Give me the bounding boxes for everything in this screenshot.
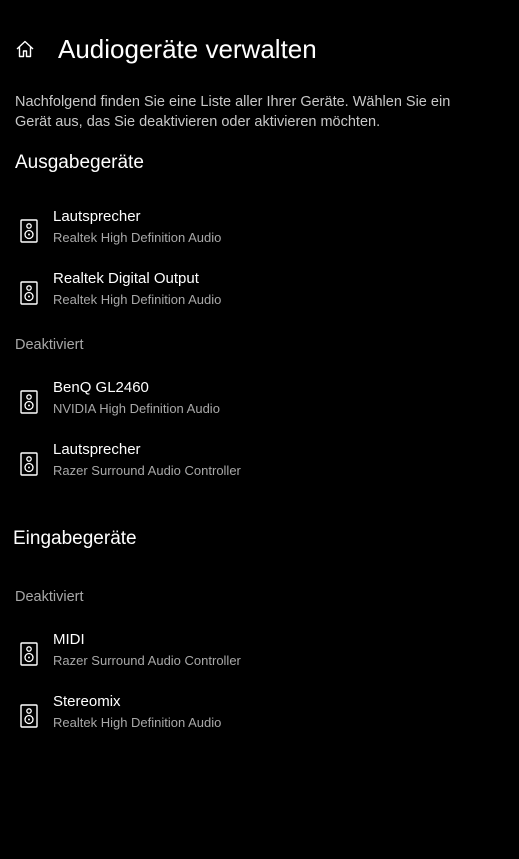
home-icon (16, 40, 34, 58)
page-header: Audiogeräte verwalten (0, 28, 519, 70)
output-disabled-label: Deaktiviert (15, 337, 84, 353)
device-driver: Razer Surround Audio Controller (53, 653, 241, 668)
device-item[interactable]: Lautsprecher Realtek High Definition Aud… (12, 207, 492, 261)
speaker-icon (20, 704, 38, 728)
speaker-icon (20, 390, 38, 414)
page-description: Nachfolgend finden Sie eine Liste aller … (15, 94, 451, 130)
device-item[interactable]: Realtek Digital Output Realtek High Defi… (12, 269, 492, 323)
speaker-icon (20, 642, 38, 666)
device-driver: Realtek High Definition Audio (53, 715, 222, 730)
device-name: BenQ GL2460 (53, 379, 149, 396)
device-driver: Razer Surround Audio Controller (53, 463, 241, 478)
page-title: Audiogeräte verwalten (58, 34, 317, 64)
device-name: Stereomix (53, 693, 121, 710)
device-item[interactable]: BenQ GL2460 NVIDIA High Definition Audio (12, 378, 492, 432)
output-devices-heading: Ausgabegeräte (15, 152, 144, 173)
speaker-icon (20, 281, 38, 305)
device-item[interactable]: MIDI Razer Surround Audio Controller (12, 630, 492, 684)
device-driver: NVIDIA High Definition Audio (53, 401, 220, 416)
device-name: MIDI (53, 631, 85, 648)
device-name: Lautsprecher (53, 208, 141, 225)
input-devices-heading: Eingabegeräte (13, 528, 137, 549)
speaker-icon (20, 219, 38, 243)
home-button[interactable] (10, 34, 40, 64)
device-driver: Realtek High Definition Audio (53, 292, 222, 307)
input-disabled-label: Deaktiviert (15, 589, 84, 605)
device-name: Realtek Digital Output (53, 270, 199, 287)
device-item[interactable]: Lautsprecher Razer Surround Audio Contro… (12, 440, 492, 494)
device-item[interactable]: Stereomix Realtek High Definition Audio (12, 692, 492, 746)
device-name: Lautsprecher (53, 441, 141, 458)
device-driver: Realtek High Definition Audio (53, 230, 222, 245)
speaker-icon (20, 452, 38, 476)
